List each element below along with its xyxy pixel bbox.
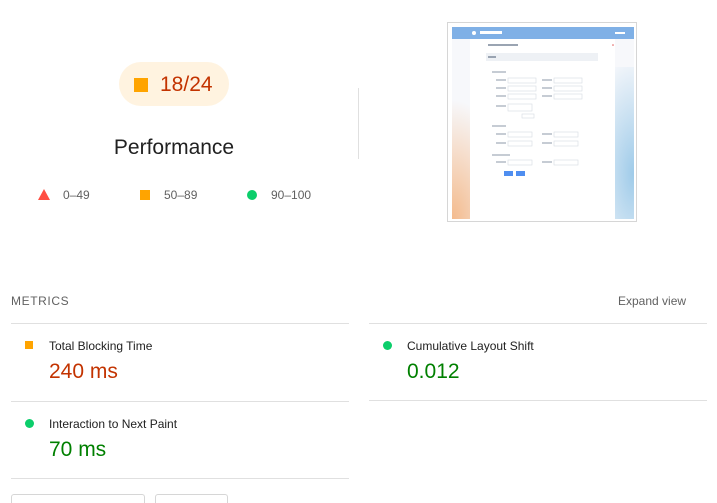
final-screenshot-thumbnail[interactable] (447, 22, 637, 222)
score-value: 18/24 (160, 73, 213, 96)
audit-filter-button[interactable] (155, 494, 228, 503)
metrics-header: METRICS (11, 294, 70, 308)
audit-filter-button[interactable] (11, 494, 145, 503)
average-square-icon (140, 190, 150, 200)
expand-view-toggle[interactable]: Expand view (618, 294, 686, 308)
metric-title-cls: Cumulative Layout Shift (407, 339, 534, 353)
legend-fail-range: 0–49 (63, 188, 90, 202)
metric-title-tbt: Total Blocking Time (49, 339, 153, 353)
section-divider (358, 88, 359, 159)
divider (369, 323, 707, 324)
average-score-icon (134, 78, 148, 92)
fail-triangle-icon (38, 189, 50, 200)
metric-value-cls: 0.012 (407, 360, 460, 383)
pass-circle-icon (383, 341, 392, 350)
metric-title-inp: Interaction to Next Paint (49, 417, 178, 431)
pass-circle-icon (247, 190, 257, 200)
divider (11, 401, 349, 402)
divider (369, 400, 707, 401)
legend-average-range: 50–89 (164, 188, 198, 202)
metric-value-tbt: 240 ms (49, 360, 118, 383)
divider (11, 323, 349, 324)
category-title: Performance (113, 136, 235, 159)
metric-value-inp: 70 ms (49, 438, 107, 461)
legend-pass-range: 90–100 (271, 188, 312, 202)
average-square-icon (25, 341, 33, 349)
divider (11, 478, 349, 479)
pass-circle-icon (25, 419, 34, 428)
screenshot-image (452, 27, 634, 219)
